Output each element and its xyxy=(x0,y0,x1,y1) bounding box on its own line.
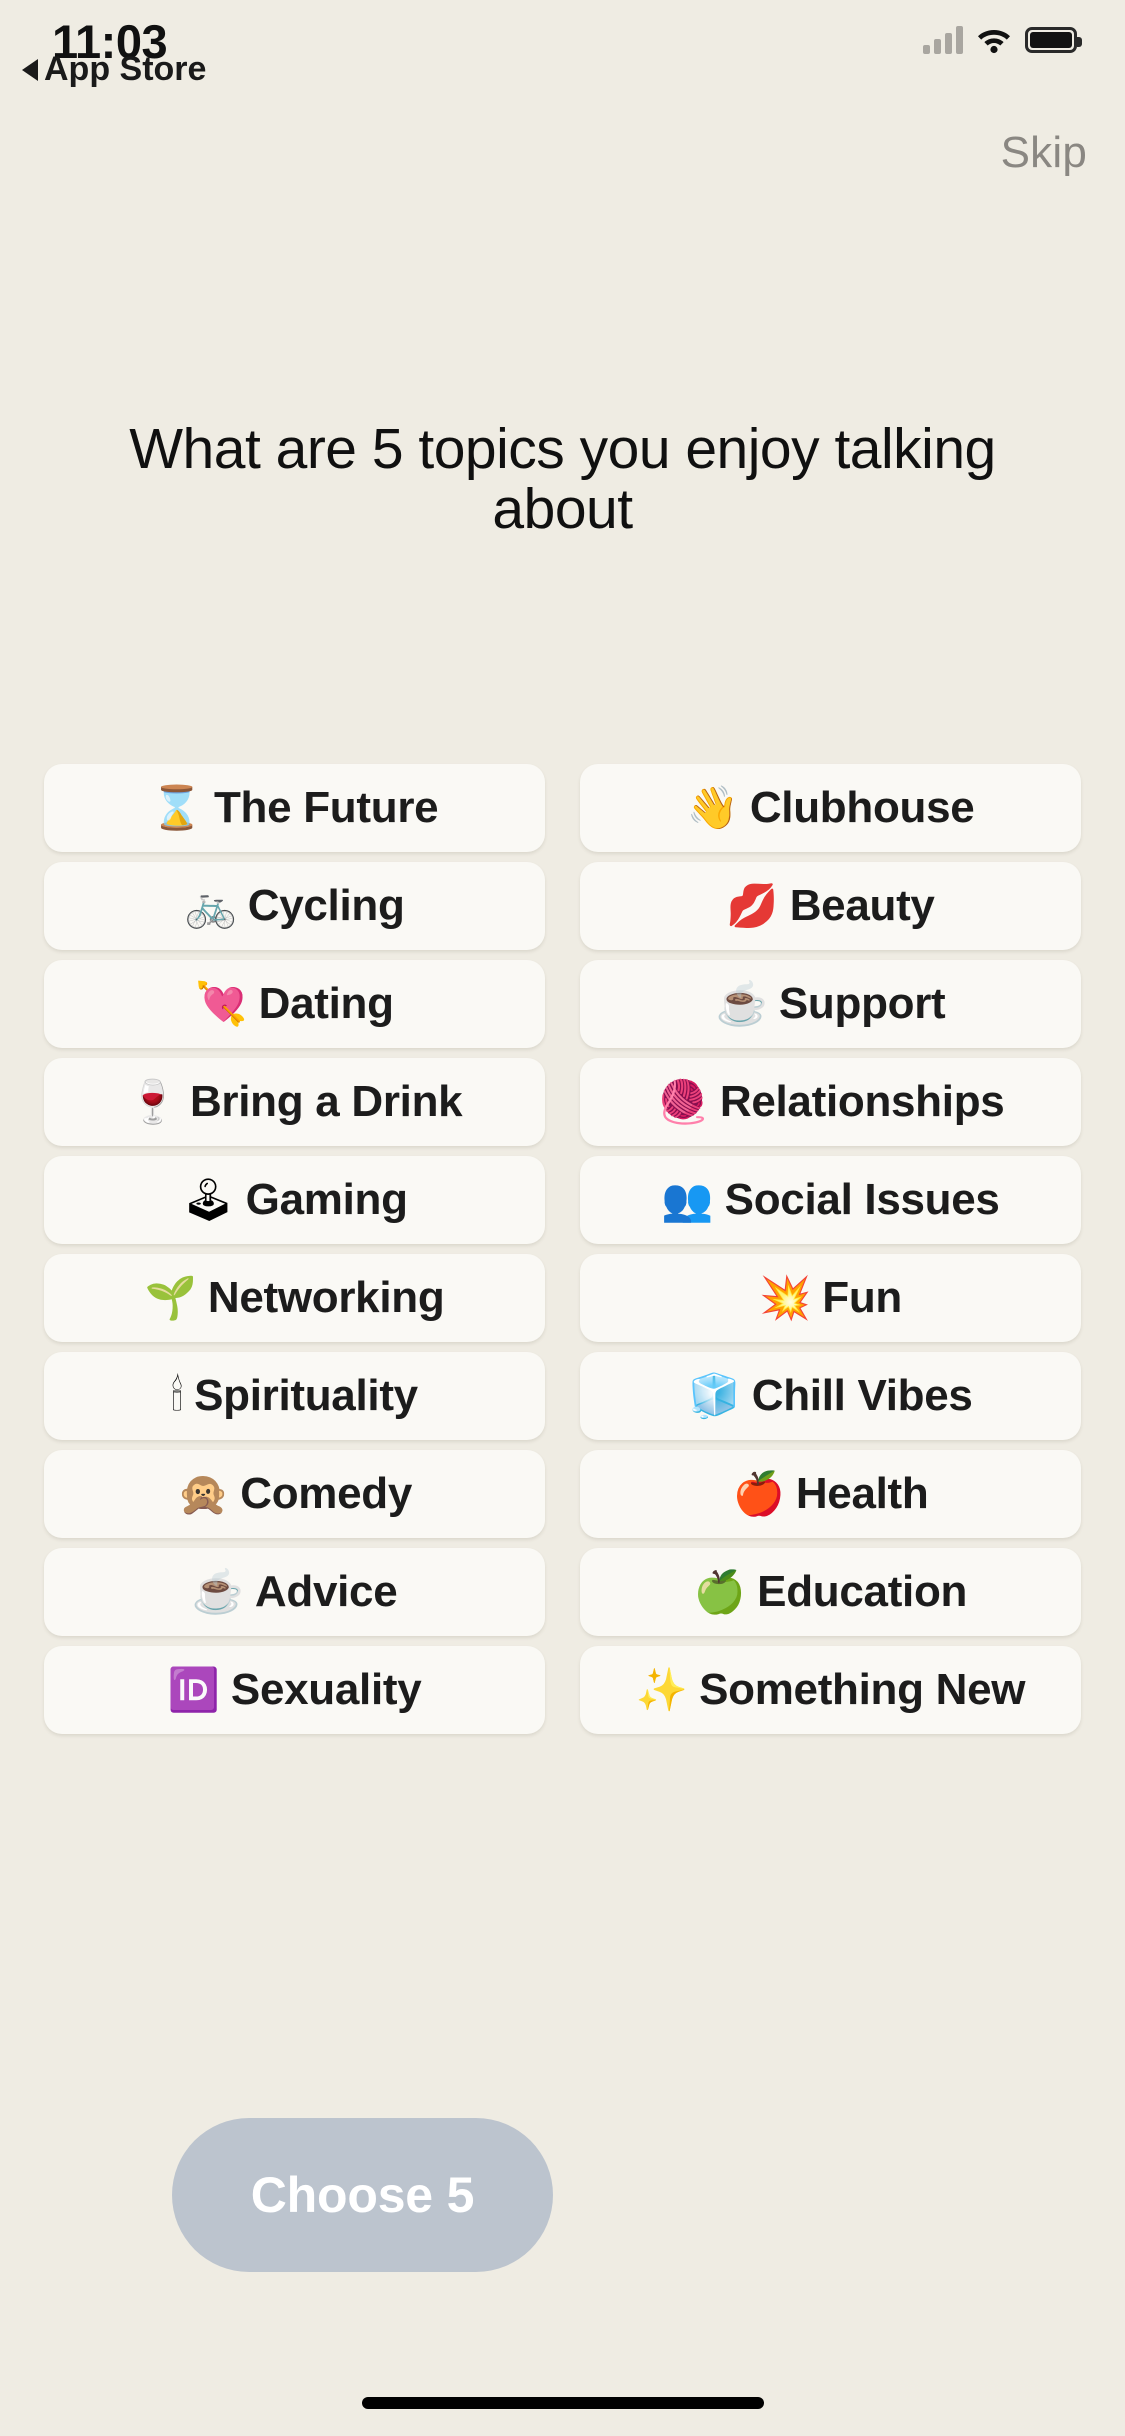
choose-5-button-label: Choose 5 xyxy=(250,2167,475,2223)
topic-chip-label: Social Issues xyxy=(724,1175,1000,1224)
collision-emoji: 💥 xyxy=(758,1274,812,1321)
battery-icon xyxy=(1025,27,1082,53)
hourglass-emoji: ⌛ xyxy=(150,784,203,831)
topic-chip[interactable]: 👋 Clubhouse xyxy=(580,764,1081,852)
topic-chip[interactable]: ☕ Advice xyxy=(44,1548,545,1636)
topic-chip[interactable]: 🍏 Education xyxy=(580,1548,1081,1636)
sparkles-emoji: ✨ xyxy=(635,1666,689,1713)
topic-chip-label: Gaming xyxy=(245,1175,408,1224)
topic-chip-label: Advice xyxy=(254,1567,398,1616)
yarn-emoji: 🧶 xyxy=(656,1078,709,1125)
speak-no-evil-monkey-emoji: 🙊 xyxy=(176,1470,230,1517)
green-apple-emoji: 🍏 xyxy=(693,1568,747,1615)
topic-chip[interactable]: 👥 Social Issues xyxy=(580,1156,1081,1244)
cellular-signal-icon xyxy=(923,26,963,54)
topic-chip-label: Chill Vibes xyxy=(751,1371,973,1420)
topic-chip[interactable]: 🧊 Chill Vibes xyxy=(580,1352,1081,1440)
back-to-app-store-label: App Store xyxy=(44,50,207,88)
hot-beverage-emoji: ☕ xyxy=(715,980,768,1027)
busts-in-silhouette-emoji: 👥 xyxy=(661,1176,714,1223)
hot-beverage-emoji: ☕ xyxy=(191,1568,244,1615)
topic-chip-label: Clubhouse xyxy=(749,783,975,832)
status-bar: 11:03 App Store xyxy=(0,0,1125,108)
topic-chip[interactable]: 🧶 Relationships xyxy=(580,1058,1081,1146)
heart-with-arrow-emoji: 💘 xyxy=(195,980,248,1027)
app-screen: 11:03 App Store Skip What are 5 topics y… xyxy=(0,0,1125,2436)
skip-button[interactable]: Skip xyxy=(1001,128,1087,178)
topic-chip-label: Beauty xyxy=(789,881,935,930)
topic-chip[interactable]: 🍎 Health xyxy=(580,1450,1081,1538)
topic-chip-label: Relationships xyxy=(719,1077,1005,1126)
topic-chip[interactable]: 🆔 Sexuality xyxy=(44,1646,545,1734)
topic-chip-label: Networking xyxy=(207,1273,445,1322)
joystick-emoji: 🕹 xyxy=(181,1176,235,1223)
home-indicator[interactable] xyxy=(361,2397,764,2409)
topic-chip[interactable]: 🕯 Spirituality xyxy=(44,1352,545,1440)
topic-chip-label: Health xyxy=(795,1469,929,1518)
topic-chip[interactable]: 🍷 Bring a Drink xyxy=(44,1058,545,1146)
status-bar-indicators xyxy=(923,26,1082,54)
topic-chip-label: Cycling xyxy=(247,881,405,930)
seedling-emoji: 🌱 xyxy=(144,1274,197,1321)
topic-chip-label: Fun xyxy=(822,1273,903,1322)
topic-chip-label: Spirituality xyxy=(194,1371,418,1420)
topic-chip[interactable]: 💋 Beauty xyxy=(580,862,1081,950)
topic-chip[interactable]: ☕ Support xyxy=(580,960,1081,1048)
bicycle-emoji: 🚲 xyxy=(184,882,237,929)
id-button-emoji: 🆔 xyxy=(167,1666,220,1713)
topic-chip[interactable]: ✨ Something New xyxy=(580,1646,1081,1734)
topic-chip[interactable]: ⌛ The Future xyxy=(44,764,545,852)
topic-chip[interactable]: 🚲 Cycling xyxy=(44,862,545,950)
topic-chip-label: Sexuality xyxy=(230,1665,422,1714)
topic-chip-label: Something New xyxy=(699,1665,1026,1714)
kiss-mark-emoji: 💋 xyxy=(726,882,779,929)
waving-hand-emoji: 👋 xyxy=(686,784,739,831)
topic-chip-label: Comedy xyxy=(240,1469,413,1518)
wine-glass-emoji: 🍷 xyxy=(126,1078,179,1125)
topic-chip-label: Support xyxy=(778,979,946,1028)
candle-emoji: 🕯 xyxy=(171,1372,184,1419)
wifi-icon xyxy=(978,29,1010,53)
topic-chip-label: Dating xyxy=(258,979,394,1028)
back-to-app-store-link[interactable]: App Store xyxy=(22,50,206,89)
topic-chip[interactable]: 🙊 Comedy xyxy=(44,1450,545,1538)
topic-chip-label: The Future xyxy=(213,783,439,832)
topic-chip[interactable]: 🌱 Networking xyxy=(44,1254,545,1342)
red-apple-emoji: 🍎 xyxy=(732,1470,785,1517)
back-triangle-icon xyxy=(22,58,38,81)
page-title: What are 5 topics you enjoy talking abou… xyxy=(129,417,996,541)
topic-chip-label: Bring a Drink xyxy=(189,1077,463,1126)
ice-cube-emoji: 🧊 xyxy=(688,1372,741,1419)
topic-chip[interactable]: 🕹 Gaming xyxy=(44,1156,545,1244)
topic-chip-label: Education xyxy=(757,1567,968,1616)
topic-chip[interactable]: 💘 Dating xyxy=(44,960,545,1048)
grid-bottom-fade xyxy=(0,2108,1125,2298)
choose-5-button[interactable]: Choose 5 xyxy=(172,2118,553,2272)
topic-grid: ⌛ The Future 👋 Clubhouse 🚲 Cycling 💋 Beauty 💘 Dat… xyxy=(44,764,1081,1734)
topic-chip[interactable]: 💥 Fun xyxy=(580,1254,1081,1342)
